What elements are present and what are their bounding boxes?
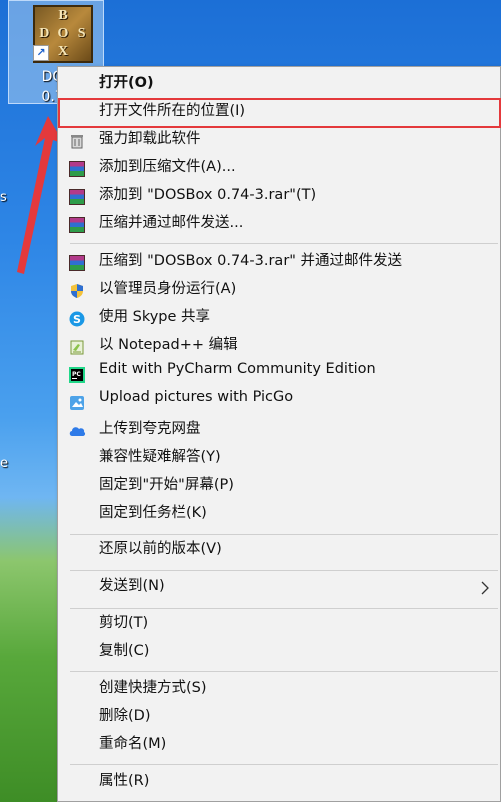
menu-item-share-skype[interactable]: S 使用 Skype 共享	[58, 305, 500, 333]
menu-item-create-shortcut[interactable]: 创建快捷方式(S)	[58, 676, 500, 704]
menu-separator	[70, 570, 498, 571]
menu-separator	[70, 764, 498, 765]
menu-item-restore-versions[interactable]: 还原以前的版本(V)	[58, 537, 500, 565]
menu-item-label: Edit with PyCharm Community Edition	[99, 361, 376, 377]
menu-item-pin-taskbar[interactable]: 固定到任务栏(K)	[58, 501, 500, 529]
menu-item-label: 属性(R)	[99, 773, 150, 789]
menu-item-label: 压缩并通过邮件发送...	[99, 215, 244, 231]
shortcut-arrow-icon: ↗	[33, 45, 49, 61]
menu-item-edit-pycharm[interactable]: PC Edit with PyCharm Community Edition	[58, 361, 500, 389]
menu-item-label: 删除(D)	[99, 708, 151, 724]
menu-separator	[70, 671, 498, 672]
menu-item-cut[interactable]: 剪切(T)	[58, 611, 500, 639]
menu-item-label: 压缩到 "DOSBox 0.74-3.rar" 并通过邮件发送	[99, 253, 403, 269]
menu-item-edit-notepadpp[interactable]: 以 Notepad++ 编辑	[58, 333, 500, 361]
menu-item-add-to-rar[interactable]: 添加到 "DOSBox 0.74-3.rar"(T)	[58, 183, 500, 211]
menu-separator	[70, 534, 498, 535]
chevron-right-icon	[480, 580, 490, 600]
desktop-partial-text: s	[0, 190, 7, 205]
menu-item-label: 发送到(N)	[99, 578, 165, 594]
menu-item-label: 剪切(T)	[99, 615, 149, 631]
context-menu: 打开(O) 打开文件所在的位置(I) 强力卸载此软件 添加到压缩文件(A)...…	[57, 66, 501, 802]
menu-item-force-uninstall[interactable]: 强力卸载此软件	[58, 127, 500, 155]
menu-item-pin-start[interactable]: 固定到"开始"屏幕(P)	[58, 473, 500, 501]
pycharm-icon: PC	[68, 366, 86, 384]
menu-separator	[70, 243, 498, 244]
skype-icon: S	[68, 310, 86, 328]
menu-item-upload-quark[interactable]: 上传到夸克网盘	[58, 417, 500, 445]
menu-item-label: 强力卸载此软件	[99, 131, 201, 147]
menu-item-add-to-archive[interactable]: 添加到压缩文件(A)...	[58, 155, 500, 183]
menu-item-label: 还原以前的版本(V)	[99, 541, 222, 557]
winrar-icon	[68, 188, 86, 206]
menu-item-send-to[interactable]: 发送到(N)	[58, 574, 500, 602]
menu-item-upload-picgo[interactable]: Upload pictures with PicGo	[58, 389, 500, 417]
winrar-icon	[68, 216, 86, 234]
menu-item-label: 创建快捷方式(S)	[99, 680, 207, 696]
menu-item-label: Upload pictures with PicGo	[99, 389, 294, 405]
svg-text:S: S	[73, 313, 81, 326]
menu-item-rename[interactable]: 重命名(M)	[58, 732, 500, 760]
menu-item-copy[interactable]: 复制(C)	[58, 639, 500, 667]
svg-text:PC: PC	[72, 371, 81, 378]
menu-item-compress-and-email[interactable]: 压缩并通过邮件发送...	[58, 211, 500, 239]
menu-item-label: 以 Notepad++ 编辑	[99, 337, 238, 353]
menu-item-open[interactable]: 打开(O)	[58, 71, 500, 99]
menu-item-compress-rar-and-email[interactable]: 压缩到 "DOSBox 0.74-3.rar" 并通过邮件发送	[58, 249, 500, 277]
menu-item-label: 固定到任务栏(K)	[99, 505, 207, 521]
notepadpp-icon	[68, 338, 86, 356]
highlight-box	[58, 98, 501, 128]
menu-item-properties[interactable]: 属性(R)	[58, 769, 500, 797]
winrar-icon	[68, 254, 86, 272]
menu-item-run-as-admin[interactable]: 以管理员身份运行(A)	[58, 277, 500, 305]
desktop-partial-text: e	[0, 456, 8, 471]
menu-item-label: 使用 Skype 共享	[99, 309, 211, 325]
winrar-icon	[68, 160, 86, 178]
menu-item-label: 重命名(M)	[99, 736, 167, 752]
menu-item-label: 添加到压缩文件(A)...	[99, 159, 236, 175]
menu-item-label: 固定到"开始"屏幕(P)	[99, 477, 234, 493]
cloud-icon	[68, 422, 86, 440]
trash-icon	[68, 132, 86, 150]
menu-item-troubleshoot-compat[interactable]: 兼容性疑难解答(Y)	[58, 445, 500, 473]
menu-item-label: 以管理员身份运行(A)	[99, 281, 237, 297]
menu-item-label: 上传到夸克网盘	[99, 421, 201, 437]
menu-item-label: 复制(C)	[99, 643, 150, 659]
menu-item-label: 兼容性疑难解答(Y)	[99, 449, 221, 465]
shield-icon	[68, 282, 86, 300]
menu-item-delete[interactable]: 删除(D)	[58, 704, 500, 732]
menu-item-label: 打开(O)	[99, 75, 154, 91]
menu-item-label: 添加到 "DOSBox 0.74-3.rar"(T)	[99, 187, 317, 203]
picgo-icon	[68, 394, 86, 412]
menu-separator	[70, 608, 498, 609]
